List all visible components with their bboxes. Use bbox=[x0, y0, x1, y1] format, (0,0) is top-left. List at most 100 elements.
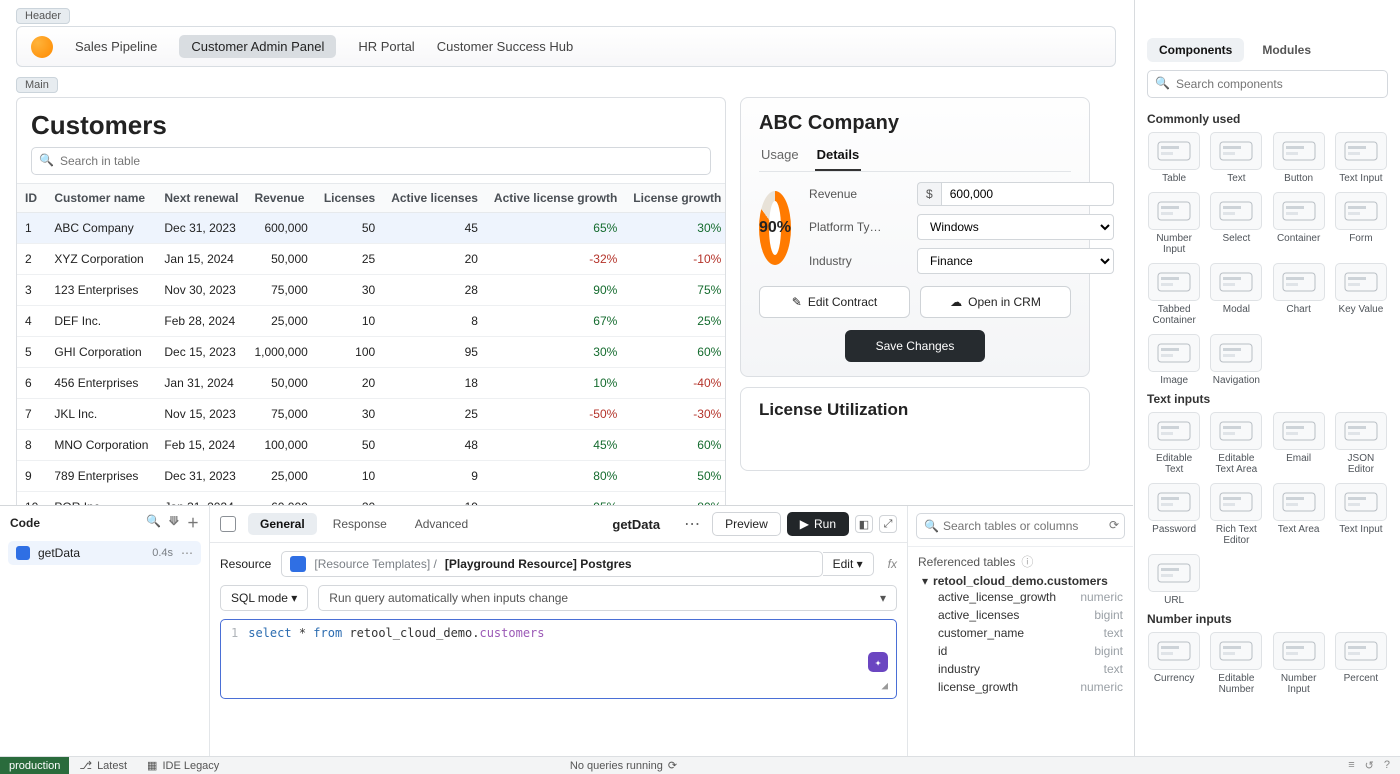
table-row[interactable]: 5GHI CorporationDec 15, 20231,000,000100… bbox=[17, 337, 726, 368]
table-node[interactable]: ▾ retool_cloud_demo.customers bbox=[918, 574, 1123, 588]
table-row[interactable]: 2XYZ CorporationJan 15, 202450,0002520-3… bbox=[17, 244, 726, 275]
ai-button[interactable]: ✦ bbox=[868, 652, 888, 672]
palette-item-select[interactable]: Select bbox=[1209, 192, 1263, 255]
schema-column[interactable]: idbigint bbox=[938, 642, 1123, 660]
nav-item-customer-success-hub[interactable]: Customer Success Hub bbox=[437, 39, 574, 54]
filter-icon[interactable]: ⟱ bbox=[169, 514, 179, 531]
palette-item-modal[interactable]: Modal bbox=[1209, 263, 1263, 326]
schema-column[interactable]: active_licensesbigint bbox=[938, 606, 1123, 624]
palette-item-number-input[interactable]: Number Input bbox=[1147, 192, 1201, 255]
table-row[interactable]: 6456 EnterprisesJan 31, 202450,000201810… bbox=[17, 368, 726, 399]
palette-item-url[interactable]: URL bbox=[1147, 554, 1201, 606]
industry-select[interactable]: Finance bbox=[917, 248, 1114, 274]
palette-tab-components[interactable]: Components bbox=[1147, 38, 1244, 62]
refresh-icon[interactable]: ⟳ bbox=[668, 759, 677, 772]
palette-item-password[interactable]: Password bbox=[1147, 483, 1201, 546]
schema-column[interactable]: license_growthnumeric bbox=[938, 678, 1123, 696]
help-icon[interactable]: ? bbox=[1384, 759, 1390, 772]
resource-edit-dropdown[interactable]: Edit ▾ bbox=[823, 552, 874, 576]
palette-item-editable-text[interactable]: Editable Text bbox=[1147, 412, 1201, 475]
palette-search-input[interactable] bbox=[1147, 70, 1388, 98]
table-row[interactable]: 7JKL Inc.Nov 15, 202375,0003025-50%-30%F… bbox=[17, 399, 726, 430]
table-row[interactable]: 9789 EnterprisesDec 31, 202325,00010980%… bbox=[17, 461, 726, 492]
preview-button[interactable]: Preview bbox=[712, 512, 781, 536]
run-button[interactable]: ▶Run bbox=[787, 512, 849, 536]
palette-item-json-editor[interactable]: JSON Editor bbox=[1334, 412, 1388, 475]
nav-item-hr-portal[interactable]: HR Portal bbox=[358, 39, 414, 54]
palette-item-percent[interactable]: Percent bbox=[1334, 632, 1388, 695]
code-tab-response[interactable]: Response bbox=[321, 513, 399, 535]
palette-item-editable-text-area[interactable]: Editable Text Area bbox=[1209, 412, 1263, 475]
table-row[interactable]: 3123 EnterprisesNov 30, 202375,000302890… bbox=[17, 275, 726, 306]
palette-item-text[interactable]: Text bbox=[1209, 132, 1263, 184]
info-icon[interactable]: ⓘ bbox=[1021, 553, 1033, 570]
sidebar-item-getdata[interactable]: getData 0.4s ⋯ bbox=[8, 541, 201, 565]
col-licenses[interactable]: Licenses bbox=[316, 184, 383, 213]
schema-column[interactable]: active_license_growthnumeric bbox=[938, 588, 1123, 606]
kebab-icon[interactable]: ⋯ bbox=[181, 546, 193, 560]
more-icon[interactable]: ⋯ bbox=[678, 514, 706, 534]
nav-item-sales-pipeline[interactable]: Sales Pipeline bbox=[75, 39, 157, 54]
palette-item-container[interactable]: Container bbox=[1272, 192, 1326, 255]
schema-column[interactable]: customer_nametext bbox=[938, 624, 1123, 642]
sql-editor[interactable]: 1 select * from retool_cloud_demo.custom… bbox=[220, 619, 897, 699]
palette-item-text-input[interactable]: Text Input bbox=[1334, 483, 1388, 546]
col-license-growth[interactable]: License growth bbox=[625, 184, 726, 213]
nav-item-customer-admin-panel[interactable]: Customer Admin Panel bbox=[179, 35, 336, 58]
sql-mode-select[interactable]: SQL mode ▾ bbox=[220, 585, 308, 611]
revenue-input[interactable] bbox=[941, 182, 1114, 206]
table-row[interactable]: 1ABC CompanyDec 31, 2023600,000504565%30… bbox=[17, 213, 726, 244]
palette-item-text-area[interactable]: Text Area bbox=[1272, 483, 1326, 546]
palette-item-rich-text-editor[interactable]: Rich Text Editor bbox=[1209, 483, 1263, 546]
col-revenue[interactable]: Revenue bbox=[246, 184, 315, 213]
palette-tab-modules[interactable]: Modules bbox=[1250, 38, 1323, 62]
col-customer-name[interactable]: Customer name bbox=[46, 184, 156, 213]
palette-item-form[interactable]: Form bbox=[1334, 192, 1388, 255]
col-active-license-growth[interactable]: Active license growth bbox=[486, 184, 625, 213]
palette-item-editable-number[interactable]: Editable Number bbox=[1209, 632, 1263, 695]
layout-icon[interactable]: ◧ bbox=[855, 515, 873, 533]
env-badge[interactable]: production bbox=[0, 757, 69, 774]
palette-item-chart[interactable]: Chart bbox=[1272, 263, 1326, 326]
palette-item-currency[interactable]: Currency bbox=[1147, 632, 1201, 695]
refresh-icon[interactable]: ⟳ bbox=[1109, 518, 1119, 532]
palette-item-key-value[interactable]: Key Value bbox=[1334, 263, 1388, 326]
tab-usage[interactable]: Usage bbox=[759, 143, 801, 171]
resize-icon[interactable]: ◢ bbox=[881, 679, 888, 692]
table-row[interactable]: 4DEF Inc.Feb 28, 202425,00010867%25%Fina… bbox=[17, 306, 726, 337]
history-icon[interactable]: ↺ bbox=[1365, 759, 1374, 772]
expand-icon[interactable]: ⤢ bbox=[879, 515, 897, 533]
palette-item-image[interactable]: Image bbox=[1147, 334, 1201, 386]
palette-item-navigation[interactable]: Navigation bbox=[1209, 334, 1263, 386]
resource-select[interactable]: [Resource Templates] / [Playground Resou… bbox=[281, 551, 822, 577]
auto-run-select[interactable]: Run query automatically when inputs chan… bbox=[318, 585, 897, 611]
customers-search-input[interactable] bbox=[31, 147, 711, 175]
code-tab-general[interactable]: General bbox=[248, 513, 317, 535]
search-icon[interactable]: 🔍 bbox=[146, 514, 161, 531]
panel-toggle[interactable] bbox=[220, 516, 236, 532]
db-icon[interactable]: ≡ bbox=[1348, 759, 1354, 772]
save-changes-button[interactable]: Save Changes bbox=[845, 330, 985, 362]
col-next-renewal[interactable]: Next renewal bbox=[156, 184, 246, 213]
latest-button[interactable]: ⎇Latest bbox=[69, 759, 137, 772]
ide-legacy-button[interactable]: ▦IDE Legacy bbox=[137, 759, 229, 772]
code-tab-advanced[interactable]: Advanced bbox=[403, 513, 480, 535]
palette-item-number-input[interactable]: Number Input bbox=[1272, 632, 1326, 695]
palette-item-button[interactable]: Button bbox=[1272, 132, 1326, 184]
table-row[interactable]: 8MNO CorporationFeb 15, 2024100,00050484… bbox=[17, 430, 726, 461]
open-crm-button[interactable]: ☁Open in CRM bbox=[920, 286, 1071, 318]
edit-contract-button[interactable]: ✎Edit Contract bbox=[759, 286, 910, 318]
fx-icon[interactable]: fx bbox=[888, 557, 897, 571]
col-active-licenses[interactable]: Active licenses bbox=[383, 184, 486, 213]
palette-item-table[interactable]: Table bbox=[1147, 132, 1201, 184]
palette-item-email[interactable]: Email bbox=[1272, 412, 1326, 475]
col-id[interactable]: ID bbox=[17, 184, 46, 213]
platform-select[interactable]: Windows bbox=[917, 214, 1114, 240]
palette-item-text-input[interactable]: Text Input bbox=[1334, 132, 1388, 184]
tab-details[interactable]: Details bbox=[815, 143, 862, 171]
add-icon[interactable]: ＋ bbox=[187, 514, 199, 531]
palette-item-tabbed-container[interactable]: Tabbed Container bbox=[1147, 263, 1201, 326]
schema-column[interactable]: industrytext bbox=[938, 660, 1123, 678]
schema-search-input[interactable] bbox=[916, 513, 1125, 539]
referenced-tables-header: Referenced tables ⓘ bbox=[918, 553, 1123, 570]
